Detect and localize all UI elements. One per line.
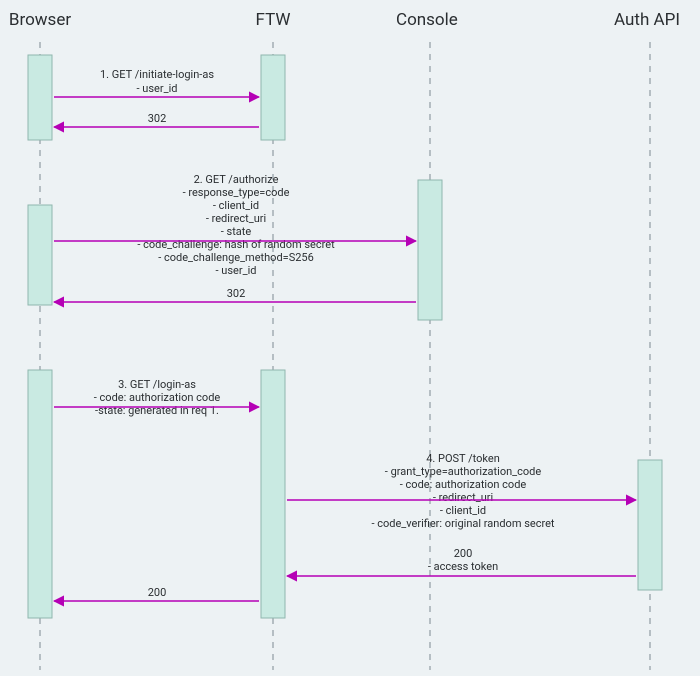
m2-line5: - state [221, 225, 252, 238]
m2-line2: - response_type=code [183, 186, 290, 199]
m1-line2: - user_id [137, 82, 178, 95]
m2-line1: 2. GET /authorize [194, 173, 279, 186]
m2-resp: 302 [227, 287, 246, 300]
participant-console: Console [396, 10, 458, 30]
m4-line6: - code_verifier: original random secret [371, 517, 554, 530]
m4-line2: - grant_type=authorization_code [385, 465, 542, 478]
activation-authapi-1 [638, 460, 662, 590]
m3-line1: 3. GET /login-as [118, 378, 196, 391]
participant-browser: Browser [9, 10, 71, 30]
m2-line7: - code_challenge_method=S256 [158, 251, 314, 264]
m4-line1: 4. POST /token [426, 452, 500, 465]
m4-resp2: - access token [428, 560, 498, 573]
m4-line5: - client_id [440, 504, 486, 517]
m5-resp: 200 [148, 586, 167, 599]
m4-line3: - code: authorization code [400, 478, 527, 491]
activation-ftw-2 [261, 370, 285, 618]
activation-browser-2 [28, 205, 52, 305]
activation-browser-1 [28, 55, 52, 140]
participant-ftw: FTW [256, 10, 291, 30]
activation-ftw-1 [261, 55, 285, 140]
m2-line8: - user_id [216, 264, 257, 277]
m4-resp1: 200 [454, 547, 473, 560]
m2-line4: - redirect_uri [206, 212, 266, 225]
m1-line1: 1. GET /initiate-login-as [100, 68, 214, 81]
m1-resp: 302 [148, 112, 167, 125]
m3-line2: - code: authorization code [94, 391, 221, 404]
activation-browser-3 [28, 370, 52, 618]
participant-authapi: Auth API [614, 10, 680, 30]
m2-line3: - client_id [213, 199, 259, 212]
m3-line3: -state: generated in req 1. [95, 404, 219, 417]
m2-line6: - code_challenge: hash of random secret [137, 238, 335, 251]
m4-line4: - redirect_uri [433, 491, 493, 504]
activation-console-1 [418, 180, 442, 320]
